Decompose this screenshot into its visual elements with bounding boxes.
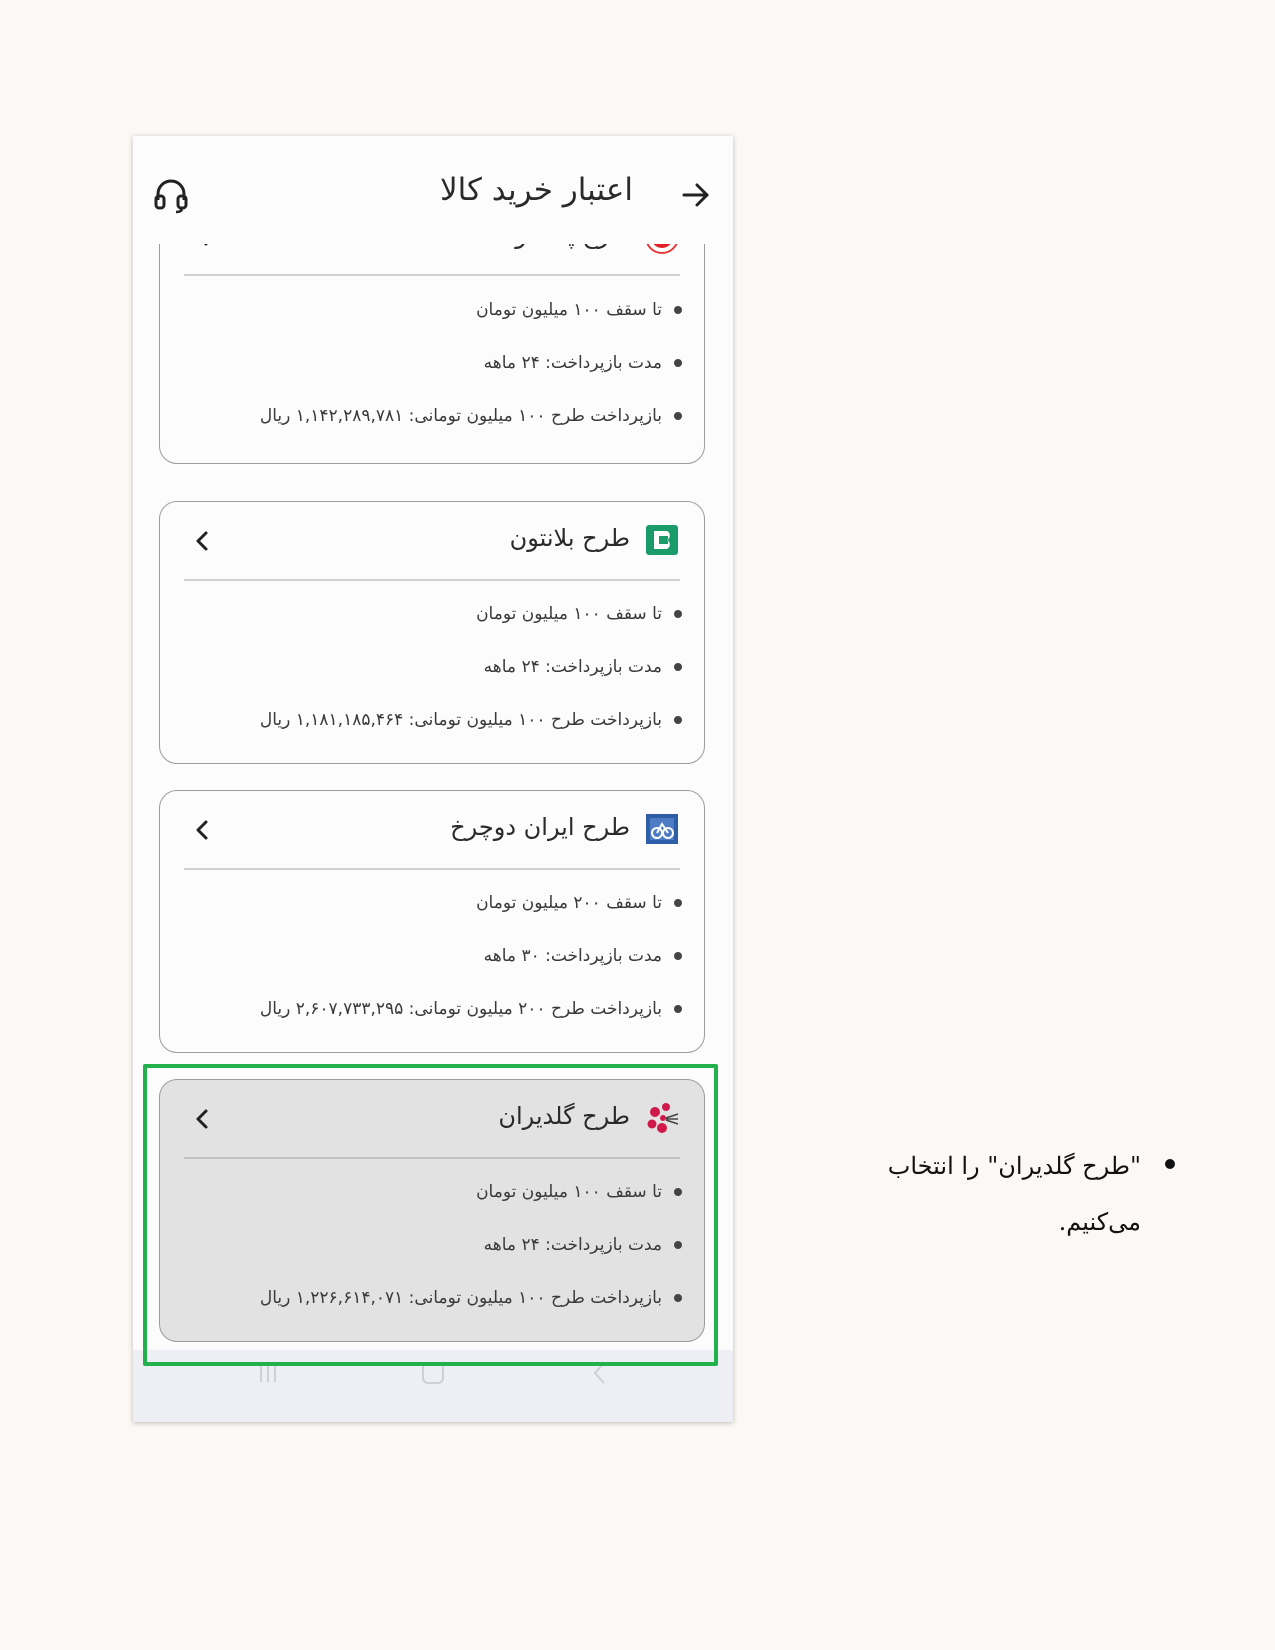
plan-feature: بازپرداخت طرح ۲۰۰ میلیون تومانی: ۲,۶۰۷,۷…	[260, 997, 682, 1021]
plan-card-blanton[interactable]: طرح بلانتون تا سقف ۱۰۰ میلیون تومان مدت …	[159, 501, 705, 764]
headset-icon[interactable]	[153, 176, 189, 214]
plan-card-iran-docharkh[interactable]: طرح ایران دوچرخ تا سقف ۲۰۰ میلیون تومان …	[159, 790, 705, 1053]
page-title: اعتبار خرید کالا	[440, 172, 633, 208]
instruction-note: "طرح گلدیران" را انتخاب می‌کنیم.	[840, 1138, 1175, 1250]
card-divider	[184, 868, 680, 870]
plan-name: طرح ایران دوچرخ	[450, 813, 630, 841]
plan-feature: مدت بازپرداخت: ۲۴ ماهه	[484, 655, 682, 679]
plan-feature: مدت بازپرداخت: ۳۰ ماهه	[484, 944, 682, 968]
arrow-right-icon[interactable]	[679, 178, 713, 212]
chevron-left-icon[interactable]	[190, 815, 214, 845]
plan-feature: مدت بازپرداخت: ۲۴ ماهه	[484, 351, 682, 375]
plan-name: طرح بلانتون	[509, 524, 630, 552]
selection-highlight	[143, 1064, 718, 1366]
bullet-icon	[1165, 1159, 1175, 1169]
plan-feature: بازپرداخت طرح ۱۰۰ میلیون تومانی: ۱,۱۴۲,۲…	[260, 404, 682, 428]
iran-docharkh-logo-icon	[646, 814, 678, 844]
instruction-text: "طرح گلدیران" را انتخاب می‌کنیم.	[887, 1152, 1141, 1236]
chevron-left-icon[interactable]	[190, 526, 214, 556]
plan-feature: تا سقف ۱۰۰ میلیون تومان	[476, 602, 682, 626]
plan-feature: تا سقف ۲۰۰ میلیون تومان	[476, 891, 682, 915]
card-divider	[184, 579, 680, 581]
plan-feature: تا سقف ۱۰۰ میلیون تومان	[476, 298, 682, 322]
card-divider	[184, 274, 680, 276]
top-bar: اعتبار خرید کالا	[133, 136, 733, 244]
plan-feature: بازپرداخت طرح ۱۰۰ میلیون تومانی: ۱,۱۸۱,۱…	[260, 708, 682, 732]
blanton-logo-icon	[646, 525, 678, 555]
